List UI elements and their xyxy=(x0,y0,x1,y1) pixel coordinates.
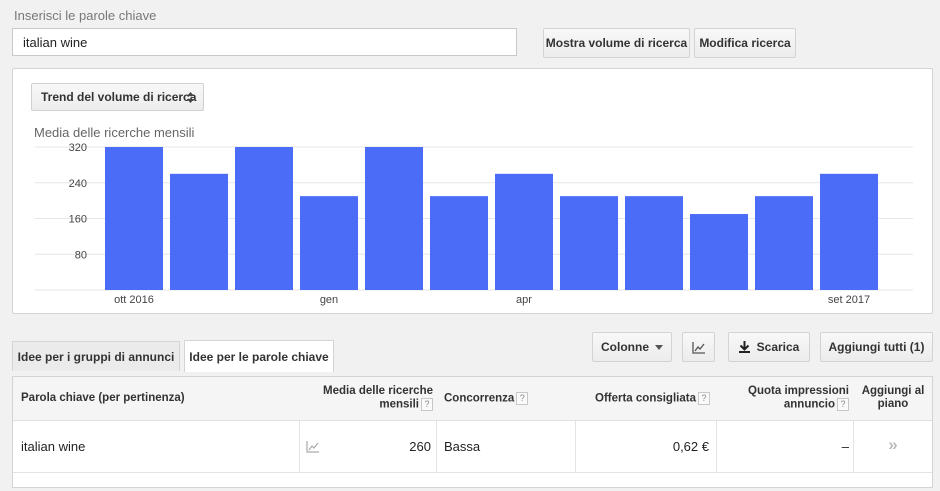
download-icon xyxy=(738,341,750,353)
x-tick-label: set 2017 xyxy=(828,294,870,306)
header-suggested-bid[interactable]: Offerta consigliata? xyxy=(595,392,710,406)
header-competition-label: Concorrenza xyxy=(444,392,515,405)
y-tick-label: 160 xyxy=(69,214,87,226)
search-volume-bar-chart: 80 160 240 320 ott 2016 gen apr set 2017 xyxy=(35,142,913,306)
y-tick-label: 320 xyxy=(69,142,87,154)
avg-searches-cell: 260 xyxy=(409,439,431,454)
keyword-input-label: Inserisci le parole chiave xyxy=(14,8,157,23)
header-impression-share-line1: Quota impressioni xyxy=(748,385,849,397)
column-divider xyxy=(575,421,576,472)
line-chart-icon[interactable] xyxy=(306,440,320,453)
help-icon[interactable]: ? xyxy=(837,398,849,411)
column-divider xyxy=(716,421,717,472)
add-all-button[interactable]: Aggiungi tutti (1) xyxy=(820,332,933,362)
bar xyxy=(300,196,358,290)
competition-cell: Bassa xyxy=(444,439,481,454)
bar xyxy=(430,196,488,290)
header-impression-share[interactable]: Quota impressioni annuncio? xyxy=(725,385,849,412)
search-volume-chart-panel: Trend del volume di ricerca Media delle … xyxy=(12,68,933,314)
columns-dropdown[interactable]: Colonne xyxy=(592,332,672,362)
keyword-results-table: Parola chiave (per pertinenza) Media del… xyxy=(12,376,933,488)
download-button[interactable]: Scarica xyxy=(728,332,810,362)
bar xyxy=(820,173,878,290)
column-divider xyxy=(853,421,854,472)
download-label: Scarica xyxy=(756,340,800,354)
bar xyxy=(170,173,228,290)
bar xyxy=(690,214,748,290)
x-tick-label: gen xyxy=(320,294,338,306)
help-icon[interactable]: ? xyxy=(421,398,433,411)
suggested-bid-cell: 0,62 € xyxy=(672,439,709,454)
keyword-input[interactable] xyxy=(12,28,517,56)
header-avg-searches[interactable]: Media delle ricerche mensili? xyxy=(313,385,433,412)
table-header: Parola chiave (per pertinenza) Media del… xyxy=(13,377,932,421)
column-divider xyxy=(299,421,300,472)
help-icon[interactable]: ? xyxy=(516,392,529,405)
header-competition[interactable]: Concorrenza? xyxy=(444,392,529,406)
columns-label: Colonne xyxy=(601,340,649,354)
bar xyxy=(560,196,618,290)
show-search-volume-button[interactable]: Mostra volume di ricerca xyxy=(543,28,690,58)
x-tick-label: ott 2016 xyxy=(114,294,154,306)
help-icon[interactable]: ? xyxy=(697,392,710,405)
chart-toggle-button[interactable] xyxy=(682,332,715,362)
chevron-down-icon xyxy=(655,344,663,350)
header-avg-searches-line1: Media delle ricerche xyxy=(323,385,433,397)
bar xyxy=(235,147,293,290)
bar xyxy=(495,173,553,290)
header-impression-share-line2: annuncio xyxy=(783,398,835,411)
bar xyxy=(365,147,423,290)
bar xyxy=(625,196,683,290)
header-add-to-plan: Aggiungi al piano xyxy=(855,385,931,411)
header-add-to-plan-line1: Aggiungi al xyxy=(861,385,925,397)
impression-share-cell: – xyxy=(841,439,849,454)
header-suggested-bid-label: Offerta consigliata xyxy=(595,392,696,405)
edit-search-button[interactable]: Modifica ricerca xyxy=(694,28,796,58)
y-tick-label: 240 xyxy=(69,178,87,190)
x-tick-label: apr xyxy=(516,294,532,306)
y-tick-label: 80 xyxy=(75,249,87,261)
tab-keyword-ideas[interactable]: Idee per le parole chiave xyxy=(184,340,334,372)
header-keyword[interactable]: Parola chiave (per pertinenza) xyxy=(21,392,185,405)
add-to-plan-icon[interactable]: » xyxy=(855,435,931,455)
table-row: italian wine 260 Bassa 0,62 € – » xyxy=(13,421,932,473)
header-add-to-plan-line2: piano xyxy=(877,398,909,410)
line-chart-icon xyxy=(691,341,705,354)
keyword-cell: italian wine xyxy=(21,439,86,454)
tab-ad-group-ideas[interactable]: Idee per i gruppi di annunci xyxy=(12,341,180,371)
bar xyxy=(105,147,163,290)
bar xyxy=(755,196,813,290)
header-avg-searches-line2: mensili xyxy=(379,398,419,411)
column-divider xyxy=(436,421,437,472)
